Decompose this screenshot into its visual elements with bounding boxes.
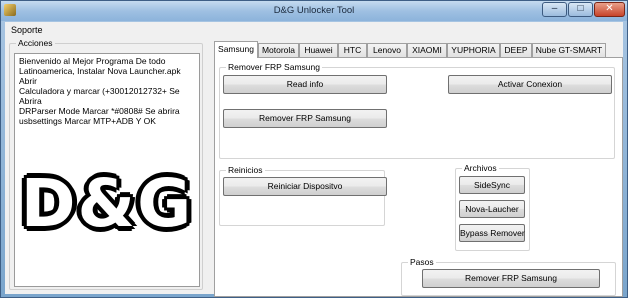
client-area: Soporte Acciones Bienvenido al Mejor Pro… bbox=[5, 22, 623, 297]
minimize-button[interactable]: – bbox=[542, 2, 567, 17]
log-line: Calculadora y marcar (+30012012732+ Se A… bbox=[19, 86, 180, 106]
frp-group-label: Remover FRP Samsung bbox=[226, 62, 322, 72]
samsung-tab-panel: Remover FRP Samsung Read info Activar Co… bbox=[214, 57, 623, 297]
tab-nube-gt-smart[interactable]: Nube GT-SMART bbox=[532, 43, 606, 57]
reinicios-group: Reinicios Reiniciar Dispositvo bbox=[219, 165, 387, 226]
nova-launcher-button[interactable]: Nova-Laucher bbox=[459, 200, 525, 218]
tab-yuphoria[interactable]: YUPHORIA bbox=[447, 43, 500, 57]
read-info-button[interactable]: Read info bbox=[223, 75, 387, 94]
window-title: D&G Unlocker Tool bbox=[273, 5, 355, 16]
tab-huawei[interactable]: Huawei bbox=[299, 43, 338, 57]
bypass-remover-button[interactable]: Bypass Remover bbox=[459, 224, 525, 242]
sidesync-button[interactable]: SideSync bbox=[459, 176, 525, 194]
pasos-label: Pasos bbox=[408, 257, 436, 267]
log-line: Latinoamerica, Instalar Nova Launcher.ap… bbox=[19, 66, 181, 86]
tab-samsung[interactable]: Samsung bbox=[214, 41, 258, 58]
log-textbox[interactable]: Bienvenido al Mejor Programa De todo Lat… bbox=[14, 53, 200, 287]
acciones-group: Acciones Bienvenido al Mejor Programa De… bbox=[9, 38, 203, 290]
tab-lenovo[interactable]: Lenovo bbox=[367, 43, 407, 57]
dg-logo-text: D&G bbox=[20, 165, 194, 242]
app-window: D&G Unlocker Tool – □ ✕ Soporte Acciones… bbox=[0, 0, 628, 298]
log-line: DRParser Mode Marcar *#0808# Se abrira bbox=[19, 106, 180, 116]
tab-xiaomi[interactable]: XIAOMI bbox=[407, 43, 447, 57]
reiniciar-dispositivo-button[interactable]: Reiniciar Dispositvo bbox=[223, 177, 387, 196]
dg-logo: D&G bbox=[15, 149, 199, 274]
acciones-label: Acciones bbox=[16, 38, 55, 48]
log-line: usbsettings Marcar MTP+ADB Y OK bbox=[19, 116, 156, 126]
reinicios-label: Reinicios bbox=[226, 165, 265, 175]
archivos-group: Archivos SideSync Nova-Laucher Bypass Re… bbox=[455, 163, 530, 251]
activar-conexion-button[interactable]: Activar Conexion bbox=[448, 75, 612, 94]
remover-frp-button[interactable]: Remover FRP Samsung bbox=[223, 109, 387, 128]
pasos-remover-frp-button[interactable]: Remover FRP Samsung bbox=[422, 269, 600, 288]
menu-bar: Soporte bbox=[5, 22, 623, 39]
title-bar[interactable]: D&G Unlocker Tool – □ ✕ bbox=[1, 1, 627, 21]
archivos-label: Archivos bbox=[462, 163, 499, 173]
log-text: Bienvenido al Mejor Programa De todo Lat… bbox=[19, 56, 199, 126]
frp-group: Remover FRP Samsung Read info Activar Co… bbox=[219, 62, 615, 159]
menu-soporte[interactable]: Soporte bbox=[11, 25, 43, 35]
pasos-group: Pasos Remover FRP Samsung bbox=[401, 257, 616, 296]
close-button[interactable]: ✕ bbox=[594, 2, 625, 17]
maximize-button[interactable]: □ bbox=[568, 2, 593, 17]
tab-motorola[interactable]: Motorola bbox=[258, 43, 299, 57]
log-line: Bienvenido al Mejor Programa De todo bbox=[19, 56, 166, 66]
tab-htc[interactable]: HTC bbox=[338, 43, 367, 57]
tab-deep[interactable]: DEEP bbox=[500, 43, 532, 57]
